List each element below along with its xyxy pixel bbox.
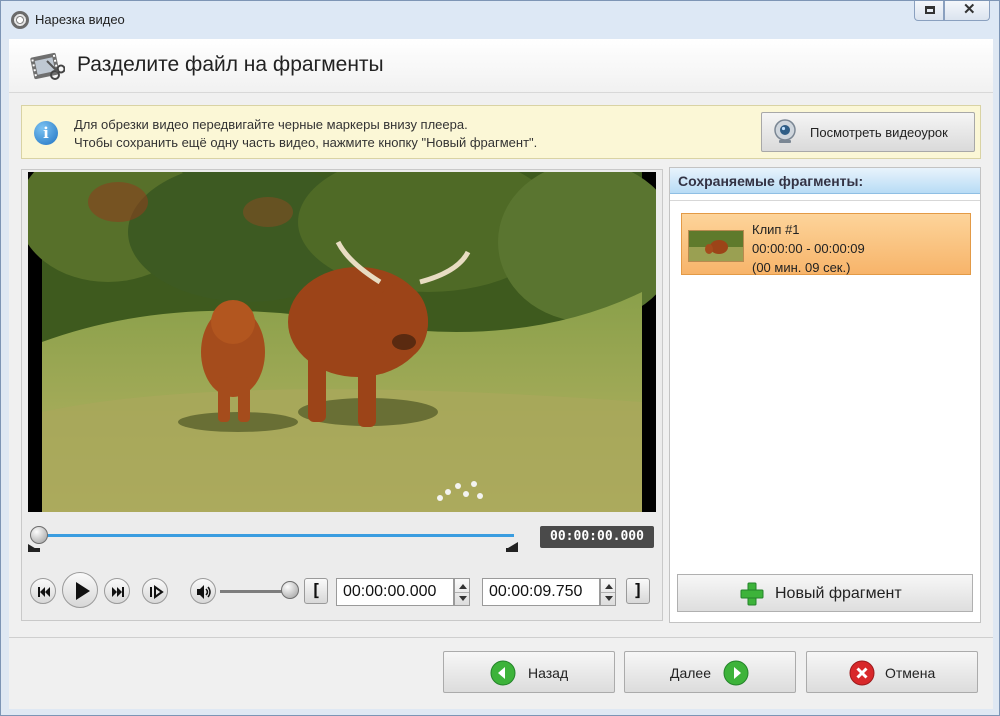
- maximize-button[interactable]: [914, 1, 944, 21]
- speaker-icon: [197, 585, 211, 599]
- down-arrow-icon: [459, 596, 467, 601]
- window-title: Нарезка видео: [35, 12, 125, 27]
- skip-forward-icon: [112, 587, 124, 597]
- cancel-button[interactable]: Отмена: [806, 651, 978, 693]
- set-end-button[interactable]: ]: [626, 578, 650, 604]
- timeline-slider[interactable]: [28, 524, 534, 554]
- player-panel: 00:00:00.000 [00:00:00.000 00:00:09.750…: [21, 169, 663, 621]
- film-scissors-icon: [30, 52, 65, 80]
- volume-button[interactable]: [190, 578, 216, 604]
- set-start-button[interactable]: [: [304, 578, 328, 604]
- page-title: Разделите файл на фрагменты: [77, 53, 384, 76]
- fragments-list: Клип #1 00:00:00 - 00:00:09 (00 мин. 09 …: [670, 200, 980, 570]
- clip-duration: (00 мин. 09 сек.): [752, 260, 851, 275]
- end-time-stepper[interactable]: [600, 578, 616, 606]
- cancel-icon: [849, 660, 875, 686]
- back-label: Назад: [528, 665, 569, 681]
- cancel-label: Отмена: [885, 665, 936, 681]
- open-bracket-icon: [: [310, 581, 322, 601]
- clip-name: Клип #1: [752, 222, 800, 237]
- film-reel-icon: [11, 11, 29, 29]
- info-text: Для обрезки видео передвигайте черные ма…: [74, 116, 537, 152]
- clip-info: Клип #1 00:00:00 - 00:00:09 (00 мин. 09 …: [752, 220, 865, 277]
- new-fragment-button[interactable]: Новый фрагмент: [677, 574, 973, 612]
- timeline-track: [34, 534, 514, 537]
- clip-thumbnail: [688, 230, 744, 262]
- info-banner: i Для обрезки видео передвигайте черные …: [21, 105, 981, 159]
- arrow-right-icon: [723, 660, 749, 686]
- back-button[interactable]: Назад: [443, 651, 615, 693]
- info-line-1: Для обрезки видео передвигайте черные ма…: [74, 117, 468, 132]
- next-button[interactable]: Далее: [624, 651, 796, 693]
- page-header: Разделите файл на фрагменты: [9, 39, 993, 93]
- dialog-content: Разделите файл на фрагменты i Для обрезк…: [9, 39, 993, 709]
- video-preview[interactable]: [28, 172, 656, 512]
- close-icon: ✕: [963, 1, 976, 18]
- skip-to-start-button[interactable]: [30, 578, 56, 604]
- video-frame-image: [28, 172, 656, 512]
- watch-tutorial-button[interactable]: Посмотреть видеоурок: [761, 112, 975, 152]
- up-arrow-icon: [459, 584, 467, 589]
- volume-slider-track[interactable]: [220, 590, 290, 593]
- footer-divider: [9, 637, 993, 638]
- play-icon: [76, 582, 90, 600]
- clip-range: 00:00:00 - 00:00:09: [752, 241, 865, 256]
- video-cutting-window: Нарезка видео ✕ Разделите файл на фрагме…: [0, 0, 1000, 716]
- info-line-2: Чтобы сохранить ещё одну часть видео, на…: [74, 135, 538, 150]
- fragments-panel: Сохраняемые фрагменты: Клип #1 00:00:00 …: [669, 167, 981, 623]
- list-item[interactable]: Клип #1 00:00:00 - 00:00:09 (00 мин. 09 …: [681, 213, 971, 275]
- end-marker[interactable]: [506, 548, 518, 552]
- start-marker-arrow: [28, 544, 38, 550]
- end-marker-arrow: [508, 542, 518, 548]
- playhead-knob[interactable]: [30, 526, 48, 544]
- webcam-icon: [774, 119, 796, 143]
- next-frame-button[interactable]: [142, 578, 168, 604]
- current-time-display: 00:00:00.000: [540, 526, 654, 548]
- title-bar[interactable]: Нарезка видео ✕: [1, 1, 999, 39]
- fragments-header: Сохраняемые фрагменты:: [670, 168, 980, 194]
- close-bracket-icon: ]: [632, 581, 644, 601]
- frame-step-icon: [150, 585, 164, 599]
- new-fragment-label: Новый фрагмент: [775, 585, 902, 602]
- next-label: Далее: [670, 665, 712, 681]
- maximize-icon: [925, 6, 935, 14]
- play-button[interactable]: [62, 572, 98, 608]
- info-icon: i: [34, 121, 58, 145]
- arrow-left-icon: [490, 660, 516, 686]
- end-time-input[interactable]: 00:00:09.750: [482, 578, 600, 606]
- clip-thumbnail-image: [689, 231, 743, 261]
- start-time-stepper[interactable]: [454, 578, 470, 606]
- watch-tutorial-label: Посмотреть видеоурок: [810, 125, 948, 140]
- skip-to-end-button[interactable]: [104, 578, 130, 604]
- start-time-input[interactable]: 00:00:00.000: [336, 578, 454, 606]
- close-button[interactable]: ✕: [944, 1, 990, 21]
- skip-back-icon: [38, 587, 50, 597]
- down-arrow-icon: [605, 596, 613, 601]
- up-arrow-icon: [605, 584, 613, 589]
- plus-icon: [740, 582, 764, 606]
- volume-slider-knob[interactable]: [281, 581, 299, 599]
